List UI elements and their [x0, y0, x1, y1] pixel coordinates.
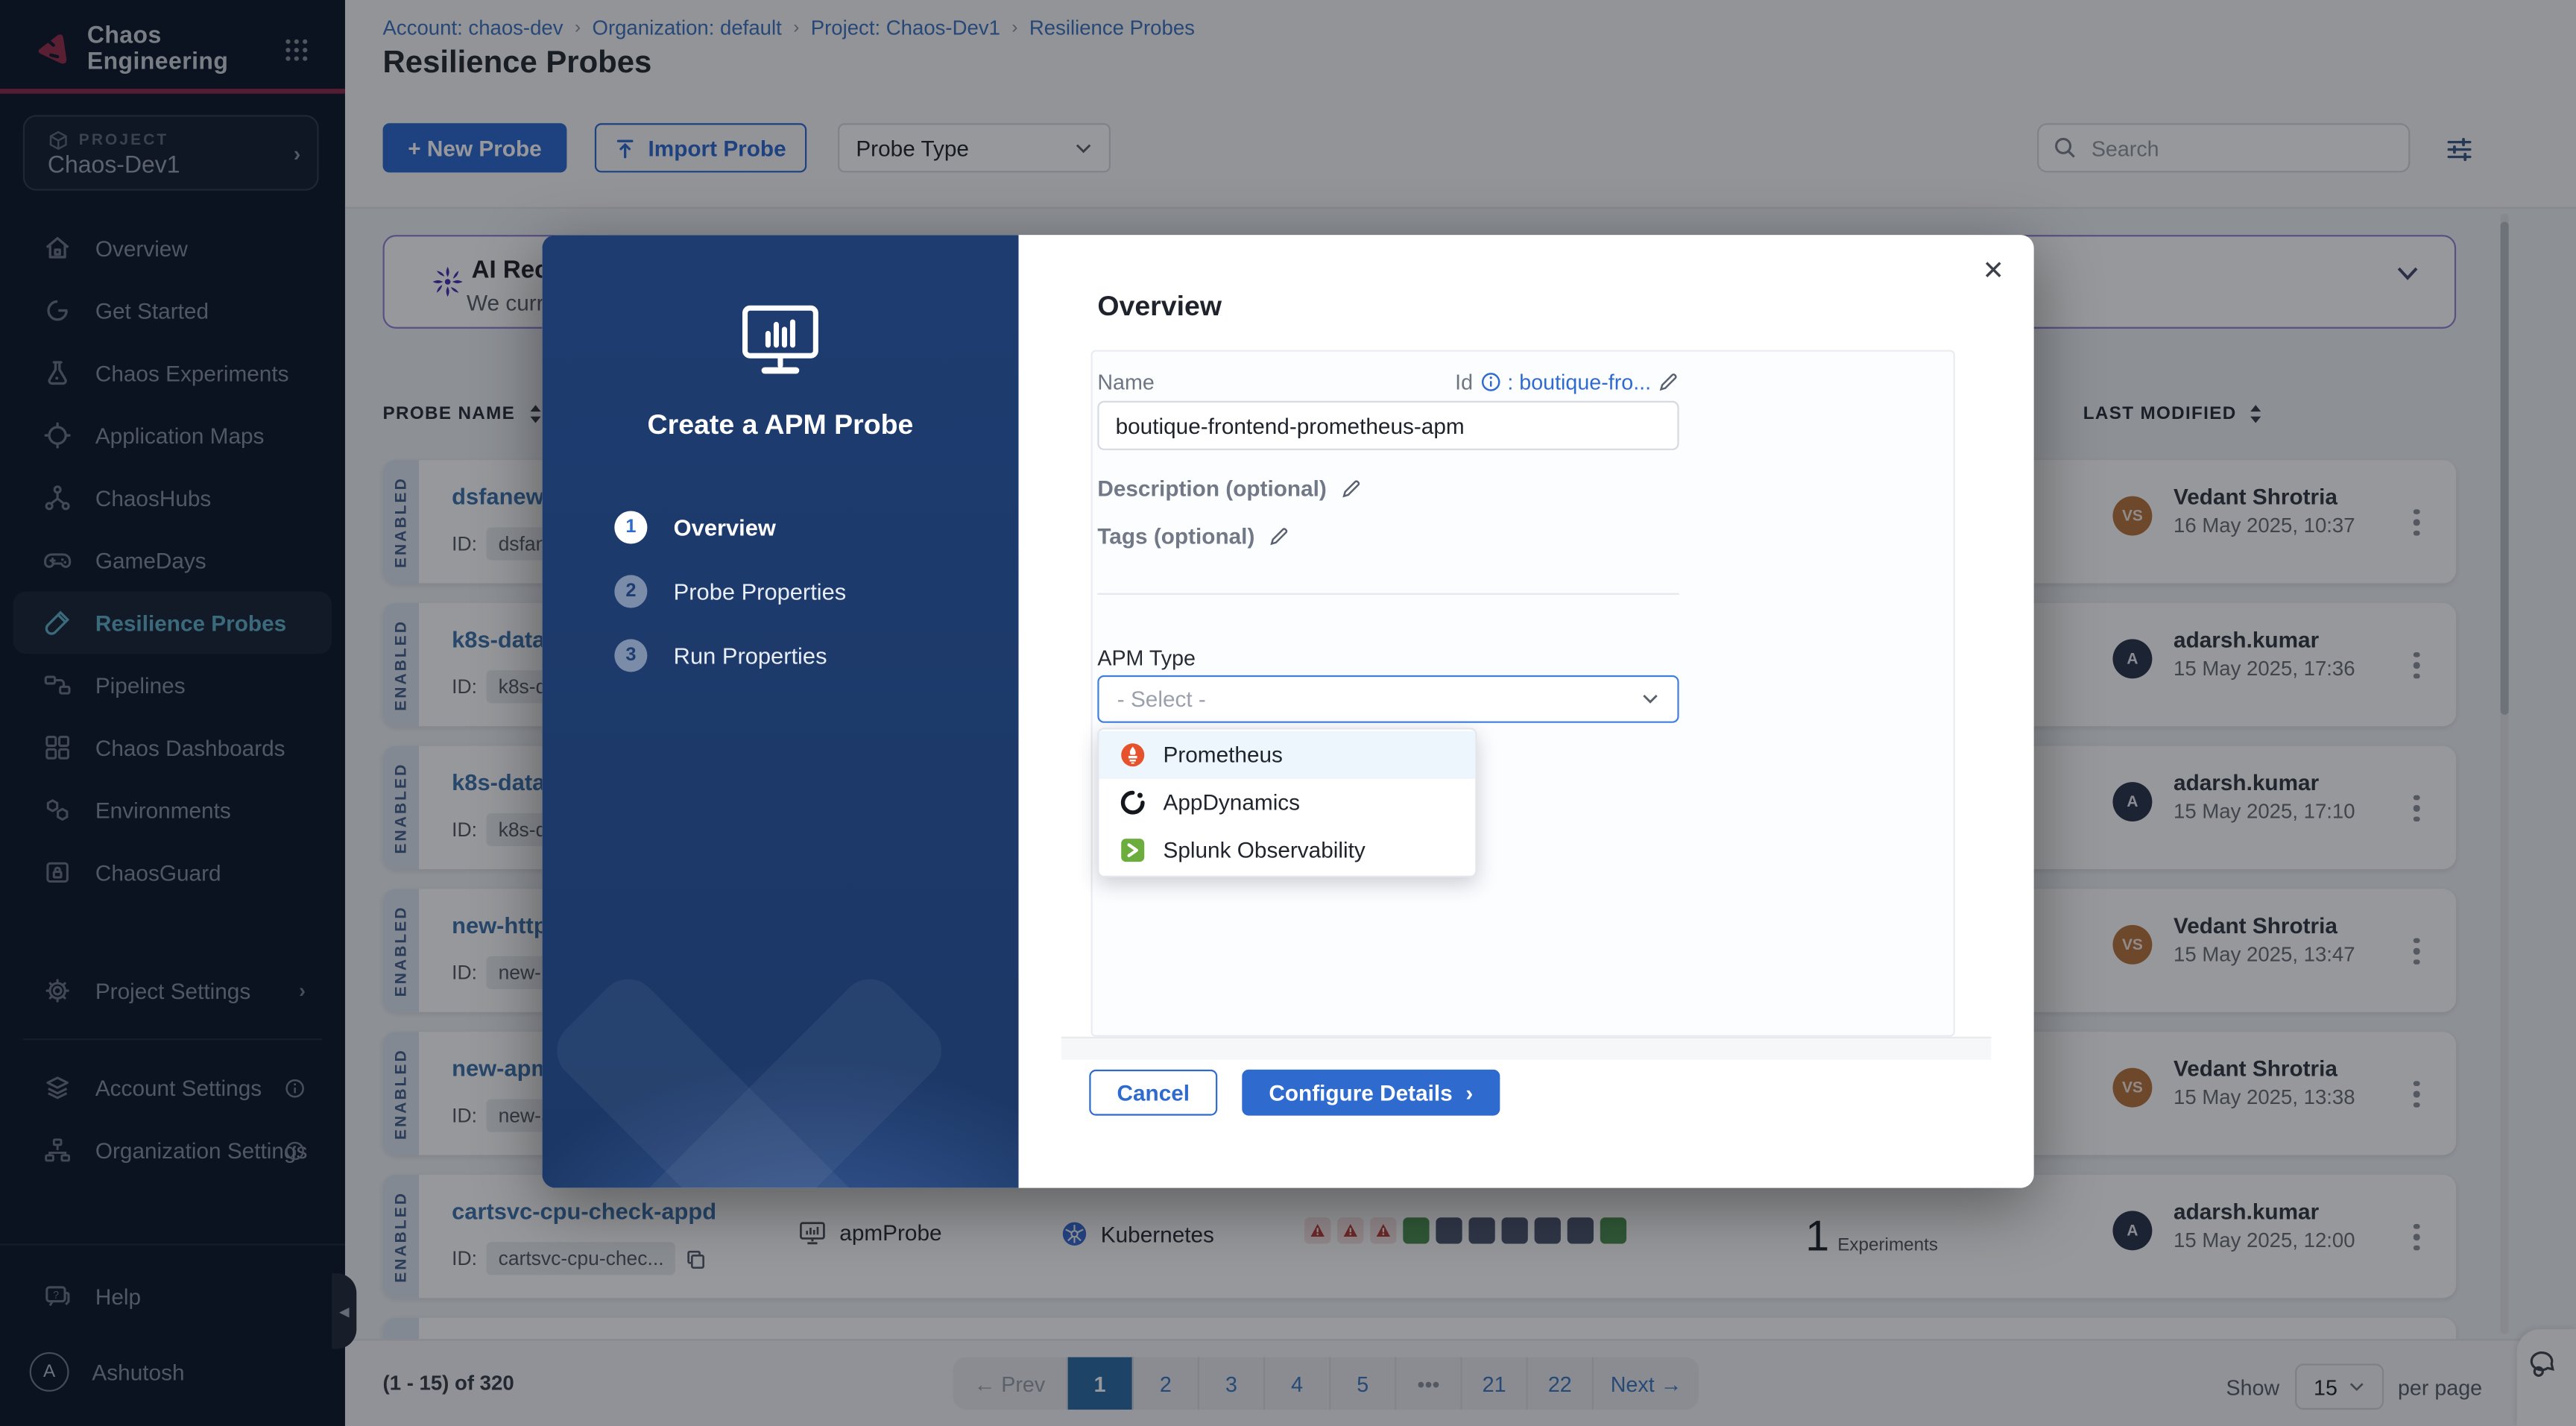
probe-name-input[interactable] — [1097, 401, 1679, 450]
edit-pencil-icon[interactable] — [1658, 371, 1679, 393]
edit-pencil-icon[interactable] — [1268, 526, 1289, 547]
create-apm-probe-modal: Create a APM Probe 1 Overview 2 Probe Pr… — [542, 235, 2033, 1187]
wizard-steps: 1 Overview 2 Probe Properties 3 Run Prop… — [614, 511, 846, 672]
apm-type-dropdown: Prometheus AppDynamics Splunk Observabil… — [1097, 728, 1477, 877]
cancel-button[interactable]: Cancel — [1089, 1070, 1217, 1116]
configure-details-button[interactable]: Configure Details › — [1242, 1070, 1500, 1116]
modal-form-panel: ✕ Overview Name Id : boutique-fro... Des… — [1019, 235, 2034, 1187]
id-label: Id — [1455, 370, 1473, 394]
step-probe-properties[interactable]: 2 Probe Properties — [614, 575, 846, 608]
form-footer-strip — [1061, 1037, 1992, 1060]
option-splunk-observability[interactable]: Splunk Observability — [1099, 827, 1476, 874]
id-value-link[interactable]: : boutique-fro... — [1507, 370, 1651, 394]
close-icon[interactable]: ✕ — [1982, 255, 2004, 288]
info-icon — [1480, 371, 1501, 393]
step-run-properties[interactable]: 3 Run Properties — [614, 639, 846, 672]
monitor-chart-icon — [741, 304, 820, 376]
description-label: Description (optional) — [1097, 476, 1326, 501]
splunk-icon — [1120, 838, 1145, 862]
apm-type-select[interactable]: - Select - — [1097, 675, 1679, 723]
select-placeholder: - Select - — [1117, 687, 1206, 711]
tags-label: Tags (optional) — [1097, 524, 1254, 549]
name-label: Name — [1097, 370, 1154, 394]
wizard-panel: Create a APM Probe 1 Overview 2 Probe Pr… — [542, 235, 1018, 1187]
apm-type-label: APM Type — [1097, 646, 1196, 670]
appdynamics-icon — [1120, 790, 1145, 815]
edit-pencil-icon[interactable] — [1339, 478, 1361, 499]
chevron-down-icon — [1641, 693, 1659, 704]
form-divider — [1097, 593, 1679, 595]
chevron-right-icon: › — [1465, 1080, 1473, 1105]
modal-heading: Overview — [1097, 291, 1222, 324]
step-overview[interactable]: 1 Overview — [614, 511, 846, 543]
app-root: Chaos Engineering PROJECT Chaos-Dev1 › O… — [0, 0, 2576, 1426]
wizard-title: Create a APM Probe — [542, 409, 1018, 442]
prometheus-icon — [1120, 742, 1145, 767]
option-appdynamics[interactable]: AppDynamics — [1099, 779, 1476, 827]
option-prometheus[interactable]: Prometheus — [1099, 731, 1476, 779]
